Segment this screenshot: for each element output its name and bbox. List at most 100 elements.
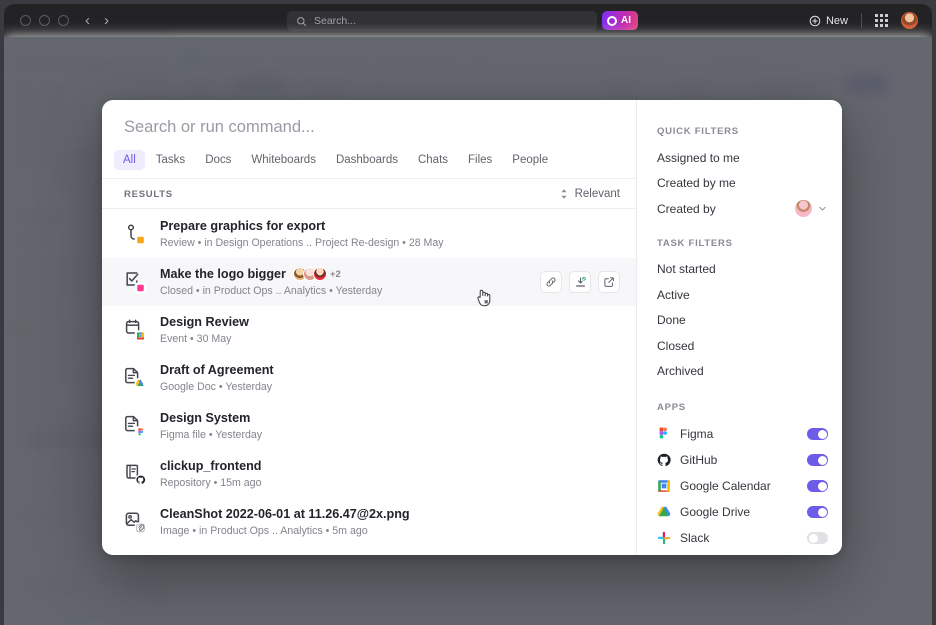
app-row-figma[interactable]: Figma	[637, 421, 842, 447]
command-search-input[interactable]	[124, 118, 614, 137]
minimize-window-button[interactable]	[39, 15, 50, 26]
result-row-prepare-graphics[interactable]: Prepare graphics for export Review • in …	[102, 210, 636, 258]
result-title: CleanShot 2022-06-01 at 11.26.47@2x.png	[160, 506, 410, 521]
tab-whiteboards[interactable]: Whiteboards	[242, 150, 325, 170]
window-controls[interactable]	[20, 15, 69, 26]
task-filter-not-started[interactable]: Not started	[637, 257, 842, 283]
task-filter-label: Done	[657, 313, 686, 328]
task-filter-closed[interactable]: Closed	[637, 333, 842, 359]
task-filter-label: Not started	[657, 262, 716, 277]
results-header: RESULTS Relevant	[102, 179, 636, 209]
document-icon	[124, 366, 148, 390]
task-filters-title: TASK FILTERS	[657, 237, 733, 249]
merge-task-icon	[575, 275, 587, 287]
result-row-design-review[interactable]: Design Review Event • 30 May	[102, 306, 636, 354]
tab-people[interactable]: People	[503, 150, 557, 170]
result-meta: Event • 30 May	[160, 333, 232, 346]
palette-search-row	[102, 100, 636, 150]
results-list: Prepare graphics for export Review • in …	[102, 209, 636, 555]
results-label: RESULTS	[124, 188, 173, 200]
result-meta: Figma file • Yesterday	[160, 429, 263, 442]
result-title: clickup_frontend	[160, 458, 262, 473]
app-row-github[interactable]: GitHub	[637, 447, 842, 473]
task-filter-label: Active	[657, 287, 690, 302]
copy-link-button[interactable]	[540, 271, 562, 293]
titlebar: ‹ › Search... AI New	[4, 4, 932, 37]
new-button[interactable]: New	[809, 15, 848, 27]
search-icon	[297, 16, 307, 26]
command-palette: All Tasks Docs Whiteboards Dashboards Ch…	[102, 100, 842, 555]
result-row-clickup-frontend[interactable]: clickup_frontend Repository • 15m ago	[102, 450, 636, 498]
result-row-draft-of-agreement[interactable]: Draft of Agreement Google Doc • Yesterda…	[102, 354, 636, 402]
sort-label: Relevant	[574, 188, 620, 200]
quick-filter-assigned-to-me[interactable]: Assigned to me	[637, 145, 842, 171]
task-filter-done[interactable]: Done	[637, 308, 842, 334]
new-button-label: New	[825, 14, 848, 27]
tab-all[interactable]: All	[114, 150, 145, 170]
slack-icon	[657, 531, 671, 545]
apps-grid-icon[interactable]	[875, 14, 888, 27]
result-text: Design Review Event • 30 May	[160, 315, 620, 346]
maximize-window-button[interactable]	[58, 15, 69, 26]
quick-filter-created-by[interactable]: Created by	[637, 196, 842, 222]
avatar	[312, 267, 327, 282]
app-row-slack[interactable]: Slack	[637, 525, 842, 551]
result-title: Design System	[160, 410, 251, 425]
plus-circle-icon	[809, 15, 821, 26]
history-nav[interactable]: ‹ ›	[85, 13, 109, 28]
ai-ring-icon	[607, 15, 617, 26]
app-label: Figma	[680, 427, 714, 441]
app-row-google-calendar[interactable]: Google Calendar	[637, 473, 842, 499]
sort-updown-icon	[561, 189, 567, 199]
tab-docs[interactable]: Docs	[196, 150, 240, 170]
app-toggle-google-drive[interactable]	[807, 506, 828, 518]
app-row-google-drive[interactable]: Google Drive	[637, 499, 842, 525]
result-title-text: Make the logo bigger	[160, 266, 286, 281]
back-icon[interactable]: ‹	[85, 13, 90, 28]
document-icon	[124, 414, 148, 438]
assignee-avatars[interactable]: +2	[292, 267, 341, 282]
result-row-cleanshot-image[interactable]: CleanShot 2022-06-01 at 11.26.47@2x.png …	[102, 498, 636, 546]
app-label: Google Calendar	[680, 479, 771, 493]
close-window-button[interactable]	[20, 15, 31, 26]
task-filter-active[interactable]: Active	[637, 282, 842, 308]
app-toggle-figma[interactable]	[807, 428, 828, 440]
task-filter-label: Archived	[657, 364, 704, 379]
titlebar-search-input[interactable]: Search...	[287, 11, 597, 31]
task-filter-label: Closed	[657, 338, 695, 353]
merge-task-button[interactable]	[569, 271, 591, 293]
task-filter-archived[interactable]: Archived	[637, 359, 842, 385]
titlebar-right-actions: New	[809, 4, 918, 37]
quick-filter-label: Created by me	[657, 176, 736, 191]
result-text: CleanShot 2022-06-01 at 11.26.47@2x.png …	[160, 507, 620, 538]
quick-filter-label: Assigned to me	[657, 150, 740, 165]
user-avatar[interactable]	[901, 12, 918, 29]
open-external-icon	[604, 277, 614, 287]
app-toggle-github[interactable]	[807, 454, 828, 466]
app-label: Slack	[680, 531, 710, 545]
app-toggle-slack[interactable]	[807, 532, 828, 544]
result-title: Make the logo bigger +2	[160, 267, 528, 283]
quick-filter-created-by-me[interactable]: Created by me	[637, 171, 842, 197]
avatar-overflow-count: +2	[329, 268, 341, 280]
sort-control[interactable]: Relevant	[559, 188, 620, 200]
app-toggle-google-calendar[interactable]	[807, 480, 828, 492]
open-external-button[interactable]	[598, 271, 620, 293]
result-text: Prepare graphics for export Review • in …	[160, 219, 620, 250]
result-text: Draft of Agreement Google Doc • Yesterda…	[160, 363, 620, 394]
tab-dashboards[interactable]: Dashboards	[327, 150, 407, 170]
ai-button[interactable]: AI	[602, 11, 638, 30]
result-row-make-logo-bigger[interactable]: Make the logo bigger +2 Closed • in Prod…	[102, 258, 636, 306]
palette-main-column: All Tasks Docs Whiteboards Dashboards Ch…	[102, 100, 636, 555]
result-row-design-system[interactable]: Design System Figma file • Yesterday	[102, 402, 636, 450]
tab-files[interactable]: Files	[459, 150, 501, 170]
repository-icon	[124, 462, 148, 486]
result-text: Design System Figma file • Yesterday	[160, 411, 620, 442]
forward-icon[interactable]: ›	[104, 13, 109, 28]
result-title: Design Review	[160, 314, 249, 329]
created-by-value[interactable]	[795, 200, 828, 218]
tab-chats[interactable]: Chats	[409, 150, 457, 170]
quick-filters-title: QUICK FILTERS	[657, 126, 739, 137]
tab-tasks[interactable]: Tasks	[147, 150, 194, 170]
copy-link-icon	[546, 277, 556, 287]
